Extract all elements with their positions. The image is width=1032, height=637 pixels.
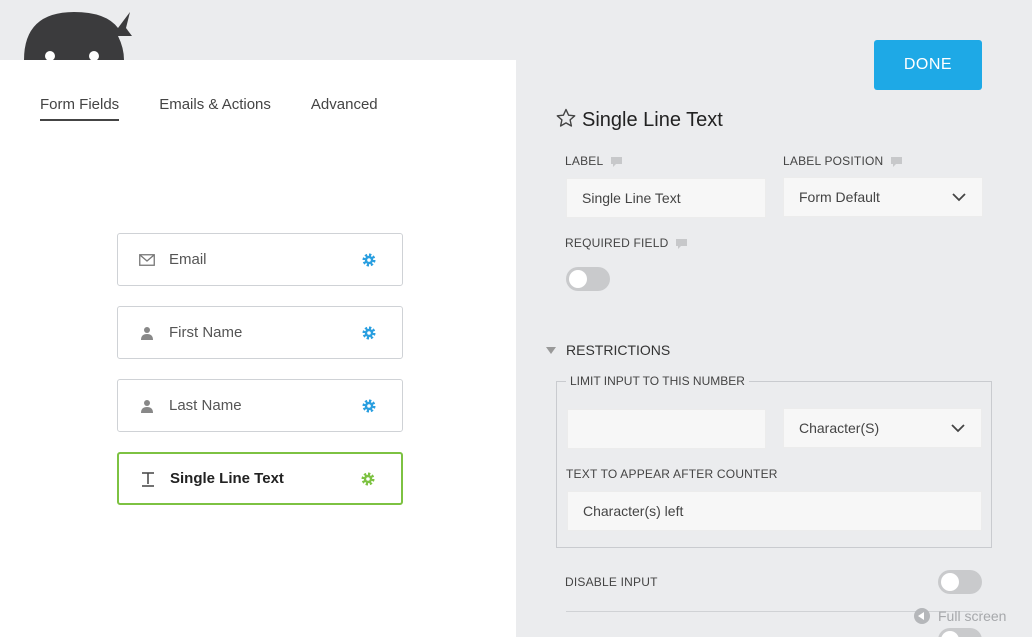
settings-header: Single Line Text [556,108,723,133]
gear-icon[interactable] [359,470,377,488]
help-bubble-icon[interactable] [611,156,623,167]
settings-title: Single Line Text [582,109,723,131]
user-icon [137,323,157,343]
tab-form-fields[interactable]: Form Fields [40,96,120,121]
caret-down-icon [546,346,556,354]
gear-icon[interactable] [360,324,378,342]
required-field-toggle[interactable] [566,267,610,291]
required-field-label: REQUIRED FIELD [565,236,688,250]
field-label: Email [169,251,207,268]
limit-number-input[interactable] [567,409,766,449]
envelope-icon [137,250,157,270]
gear-icon[interactable] [360,251,378,269]
fullscreen-button[interactable]: Full screen [914,608,1006,624]
next-setting-toggle[interactable] [938,628,982,637]
gear-icon[interactable] [360,397,378,415]
tab-advanced[interactable]: Advanced [311,96,378,121]
tab-emails-actions[interactable]: Emails & Actions [159,96,271,121]
help-bubble-icon[interactable] [676,238,688,249]
field-email[interactable]: Email [117,233,403,286]
field-last-name[interactable]: Last Name [117,379,403,432]
chevron-down-icon [952,189,966,205]
user-icon [137,396,157,416]
ninja-logo [22,10,132,62]
help-bubble-icon[interactable] [891,156,903,167]
star-icon[interactable] [556,108,576,133]
limit-input-label: LIMIT INPUT TO THIS NUMBER [566,374,749,388]
field-single-line-text[interactable]: Single Line Text [117,452,403,505]
field-label: Single Line Text [170,470,284,487]
chevron-down-icon [951,420,965,436]
done-button[interactable]: DONE [874,40,982,90]
disable-input-toggle[interactable] [938,570,982,594]
field-label: First Name [169,324,243,341]
restrictions-section-toggle[interactable]: RESTRICTIONS [546,342,670,358]
label-label: LABEL [565,154,623,168]
limit-unit-select[interactable]: Character(S) [783,408,982,448]
field-first-name[interactable]: First Name [117,306,403,359]
label-position-label: LABEL POSITION [783,154,903,168]
counter-text-label: TEXT TO APPEAR AFTER COUNTER [566,467,778,481]
label-input[interactable]: Single Line Text [566,178,766,218]
arrow-left-circle-icon [914,608,930,624]
text-icon [138,469,158,489]
counter-text-input[interactable]: Character(s) left [567,491,982,531]
disable-input-label: DISABLE INPUT [565,575,658,589]
label-position-select[interactable]: Form Default [783,177,983,217]
field-label: Last Name [169,397,242,414]
builder-tabs: Form Fields Emails & Actions Advanced [40,96,418,121]
